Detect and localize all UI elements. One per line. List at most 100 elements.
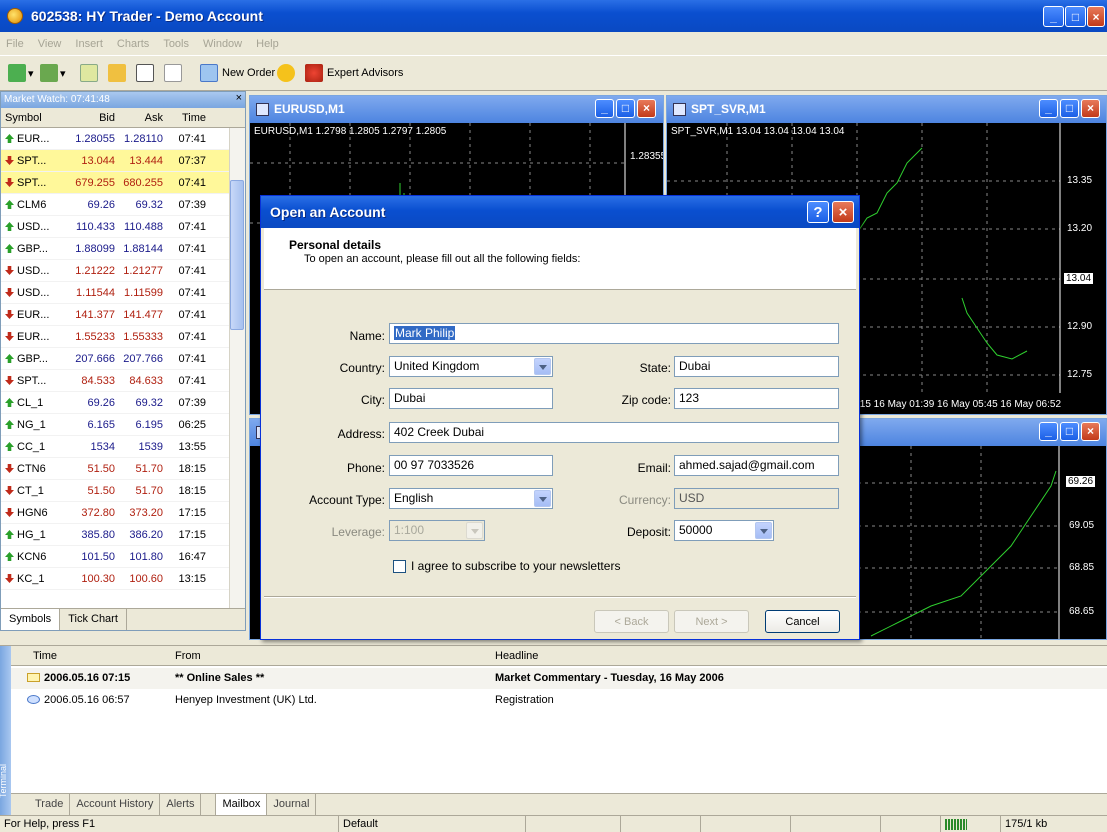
zip-field[interactable]: 123: [674, 388, 839, 409]
column-header-from[interactable]: From: [171, 646, 495, 665]
city-field[interactable]: Dubai: [389, 388, 553, 409]
tab-symbols[interactable]: Symbols: [1, 609, 61, 630]
column-header-symbol[interactable]: Symbol: [1, 108, 69, 127]
menu-window[interactable]: Window: [203, 38, 242, 50]
mail-row[interactable]: 2006.05.16 07:15 ** Online Sales ** Mark…: [11, 668, 1107, 689]
account-type-select[interactable]: English: [389, 488, 553, 509]
market-watch-row[interactable]: HGN6 372.80 373.20 17:15: [1, 502, 245, 524]
market-watch-row[interactable]: KC_1 100.30 100.60 13:15: [1, 568, 245, 590]
mail-row[interactable]: 2006.05.16 06:57 Henyep Investment (UK) …: [11, 690, 1107, 711]
email-field[interactable]: ahmed.sajad@gmail.com: [674, 455, 839, 476]
market-watch-row[interactable]: CTN6 51.50 51.70 18:15: [1, 458, 245, 480]
tab-account-history[interactable]: Account History: [70, 794, 161, 815]
market-watch-row[interactable]: NG_1 6.165 6.195 06:25: [1, 414, 245, 436]
cancel-button[interactable]: Cancel: [765, 610, 840, 633]
tab-alerts[interactable]: Alerts: [160, 794, 202, 815]
deposit-select[interactable]: 50000: [674, 520, 774, 541]
column-header-time[interactable]: Time: [11, 646, 171, 665]
ask-value: 1.21277: [123, 265, 163, 277]
strategy-tester-button[interactable]: [164, 62, 182, 84]
chart-window-commodity[interactable]: _ □ × 69.26 69.05 68.85 68.65: [850, 418, 1107, 640]
name-field[interactable]: Mark Philip: [389, 323, 839, 344]
tab-journal[interactable]: Journal: [267, 794, 317, 815]
profiles-button[interactable]: ▾: [40, 62, 66, 84]
dialog-close-button[interactable]: ×: [832, 201, 854, 223]
menu-tools[interactable]: Tools: [163, 38, 189, 50]
column-header-ask[interactable]: Ask: [115, 108, 163, 127]
new-chart-button[interactable]: ▾: [8, 62, 34, 84]
menu-insert[interactable]: Insert: [75, 38, 103, 50]
address-field[interactable]: 402 Creek Dubai: [389, 422, 839, 443]
app-logo-icon: [7, 8, 23, 24]
price-axis-label: 12.75: [1067, 369, 1093, 380]
phone-field[interactable]: 00 97 7033526: [389, 455, 553, 476]
minimize-button[interactable]: _: [1043, 6, 1064, 27]
market-watch-row[interactable]: SPT... 84.533 84.633 07:41: [1, 370, 245, 392]
menu-help[interactable]: Help: [256, 38, 279, 50]
new-order-button[interactable]: New Order: [200, 62, 275, 84]
market-watch-row[interactable]: SPT... 679.255 680.255 07:41: [1, 172, 245, 194]
market-watch-row[interactable]: CT_1 51.50 51.70 18:15: [1, 480, 245, 502]
market-watch-row[interactable]: CC_1 1534 1539 13:55: [1, 436, 245, 458]
back-button[interactable]: < Back: [594, 610, 669, 633]
expert-advisors-button[interactable]: Expert Advisors: [305, 62, 403, 84]
menu-charts[interactable]: Charts: [117, 38, 149, 50]
market-watch-row[interactable]: USD... 1.11544 1.11599 07:41: [1, 282, 245, 304]
chart-close-button[interactable]: ×: [1081, 422, 1100, 441]
market-watch-row[interactable]: EUR... 141.377 141.477 07:41: [1, 304, 245, 326]
quote-time: 07:39: [178, 397, 206, 409]
chevron-down-icon: [755, 522, 772, 539]
market-watch-button[interactable]: [80, 62, 98, 84]
chart-title-bar: _ □ ×: [851, 419, 1106, 446]
market-watch-row[interactable]: EUR... 1.28055 1.28110 07:41: [1, 128, 245, 150]
chart-close-button[interactable]: ×: [1081, 99, 1100, 118]
market-watch-panel: Market Watch: 07:41:48 × Symbol Bid Ask …: [0, 91, 246, 631]
tab-tick-chart[interactable]: Tick Chart: [60, 609, 127, 630]
market-watch-row[interactable]: GBP... 1.88099 1.88144 07:41: [1, 238, 245, 260]
market-watch-row[interactable]: GBP... 207.666 207.766 07:41: [1, 348, 245, 370]
tab-mailbox[interactable]: Mailbox: [215, 794, 268, 815]
maximize-button[interactable]: □: [1065, 6, 1086, 27]
chart-maximize-button[interactable]: □: [1060, 99, 1079, 118]
chart-close-button[interactable]: ×: [637, 99, 656, 118]
chart-area[interactable]: 69.26 69.05 68.85 68.65: [851, 446, 1106, 639]
phone-label: Phone:: [346, 461, 385, 475]
menu-file[interactable]: File: [6, 38, 24, 50]
close-icon[interactable]: ×: [236, 92, 242, 104]
chart-minimize-button[interactable]: _: [1039, 99, 1058, 118]
chart-icon: [256, 103, 269, 116]
chart-minimize-button[interactable]: _: [1039, 422, 1058, 441]
tab-trade[interactable]: Trade: [29, 794, 71, 815]
market-watch-row[interactable]: KCN6 101.50 101.80 16:47: [1, 546, 245, 568]
column-header-time[interactable]: Time: [163, 108, 209, 127]
column-header-headline[interactable]: Headline: [495, 646, 538, 665]
chart-minimize-button[interactable]: _: [595, 99, 614, 118]
market-watch-row[interactable]: CLM6 69.26 69.32 07:39: [1, 194, 245, 216]
navigator-button[interactable]: [108, 62, 126, 84]
metaeditor-button[interactable]: [277, 62, 295, 84]
market-watch-row[interactable]: USD... 110.433 110.488 07:41: [1, 216, 245, 238]
chart-maximize-button[interactable]: □: [616, 99, 635, 118]
market-watch-row[interactable]: CL_1 69.26 69.32 07:39: [1, 392, 245, 414]
market-watch-row[interactable]: HG_1 385.80 386.20 17:15: [1, 524, 245, 546]
state-field[interactable]: Dubai: [674, 356, 839, 377]
bid-value: 1.55233: [75, 331, 115, 343]
country-select[interactable]: United Kingdom: [389, 356, 553, 377]
market-watch-row[interactable]: SPT... 13.044 13.444 07:37: [1, 150, 245, 172]
zip-label: Zip code:: [621, 393, 671, 407]
market-watch-row[interactable]: USD... 1.21222 1.21277 07:41: [1, 260, 245, 282]
scrollbar-thumb[interactable]: [230, 180, 244, 330]
terminal-button[interactable]: [136, 62, 154, 84]
help-button[interactable]: ?: [807, 201, 829, 223]
bid-value: 1.21222: [75, 265, 115, 277]
column-header-bid[interactable]: Bid: [69, 108, 115, 127]
expert-advisors-label: Expert Advisors: [327, 67, 404, 79]
chart-maximize-button[interactable]: □: [1060, 422, 1079, 441]
menu-view[interactable]: View: [38, 38, 62, 50]
bid-value: 13.044: [81, 155, 115, 167]
market-watch-scrollbar[interactable]: [229, 128, 245, 608]
newsletter-checkbox[interactable]: [393, 560, 406, 573]
market-watch-row[interactable]: EUR... 1.55233 1.55333 07:41: [1, 326, 245, 348]
close-button[interactable]: ×: [1087, 6, 1105, 27]
next-button[interactable]: Next >: [674, 610, 749, 633]
